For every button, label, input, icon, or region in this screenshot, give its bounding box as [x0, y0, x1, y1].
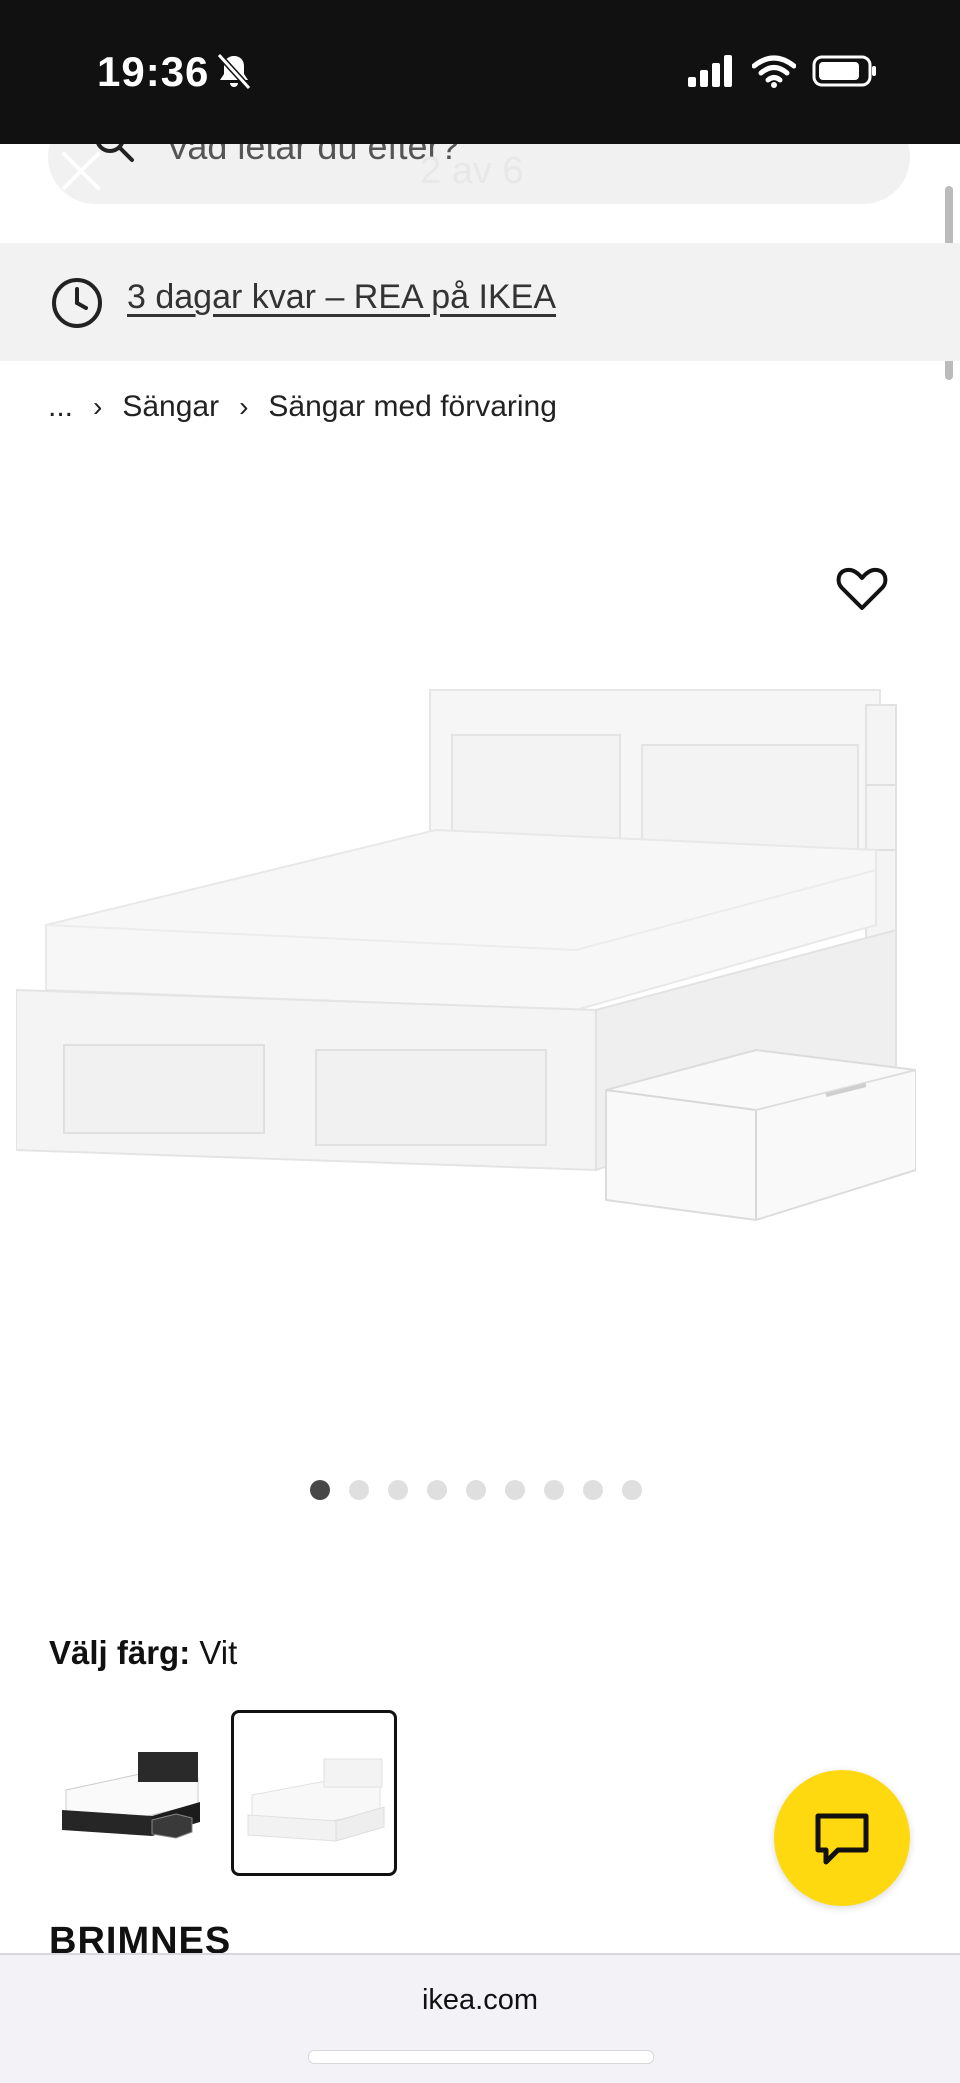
pagination-dot[interactable] [583, 1480, 603, 1500]
chat-icon [815, 1813, 869, 1865]
pagination-dot[interactable] [622, 1480, 642, 1500]
status-time: 19:36 [97, 48, 210, 95]
color-swatch-white[interactable] [231, 1710, 397, 1876]
pagination-dot[interactable] [310, 1480, 330, 1500]
pagination-dot[interactable] [505, 1480, 525, 1500]
breadcrumb-item-beds[interactable]: Sängar [122, 390, 219, 424]
close-icon[interactable] [58, 148, 104, 194]
bell-muted-icon [216, 52, 252, 91]
pagination-dot[interactable] [349, 1480, 369, 1500]
wifi-icon [752, 55, 796, 88]
image-counter: 2 av 6 [420, 150, 524, 192]
promo-link[interactable]: 3 dagar kvar – REA på IKEA [127, 278, 556, 317]
breadcrumb-item-storage-beds[interactable]: Sängar med förvaring [268, 390, 557, 424]
product-image[interactable] [16, 680, 916, 1320]
pagination-dot[interactable] [388, 1480, 408, 1500]
chevron-right-icon: › [93, 391, 103, 422]
color-label-title: Välj färg: [49, 1634, 191, 1671]
heart-icon[interactable] [836, 566, 888, 612]
battery-icon [812, 55, 876, 87]
cellular-signal-icon [688, 55, 732, 87]
chat-button[interactable] [774, 1770, 910, 1906]
color-selector-label: Välj färg: Vit [49, 1634, 237, 1672]
pagination-dot[interactable] [544, 1480, 564, 1500]
color-swatch-black[interactable] [52, 1712, 210, 1874]
pagination-dot[interactable] [427, 1480, 447, 1500]
chevron-right-icon: › [239, 391, 249, 422]
home-indicator[interactable] [308, 2050, 654, 2064]
white-bed-thumbnail [247, 1758, 385, 1842]
breadcrumb-ellipsis[interactable]: ... [48, 390, 73, 424]
selected-color-value: Vit [199, 1634, 238, 1671]
gallery-pagination [310, 1480, 642, 1502]
clock-icon [52, 278, 102, 328]
breadcrumb: ... › Sängar › Sängar med förvaring [48, 390, 557, 424]
pagination-dot[interactable] [466, 1480, 486, 1500]
browser-address-domain[interactable]: ikea.com [0, 1984, 960, 2017]
